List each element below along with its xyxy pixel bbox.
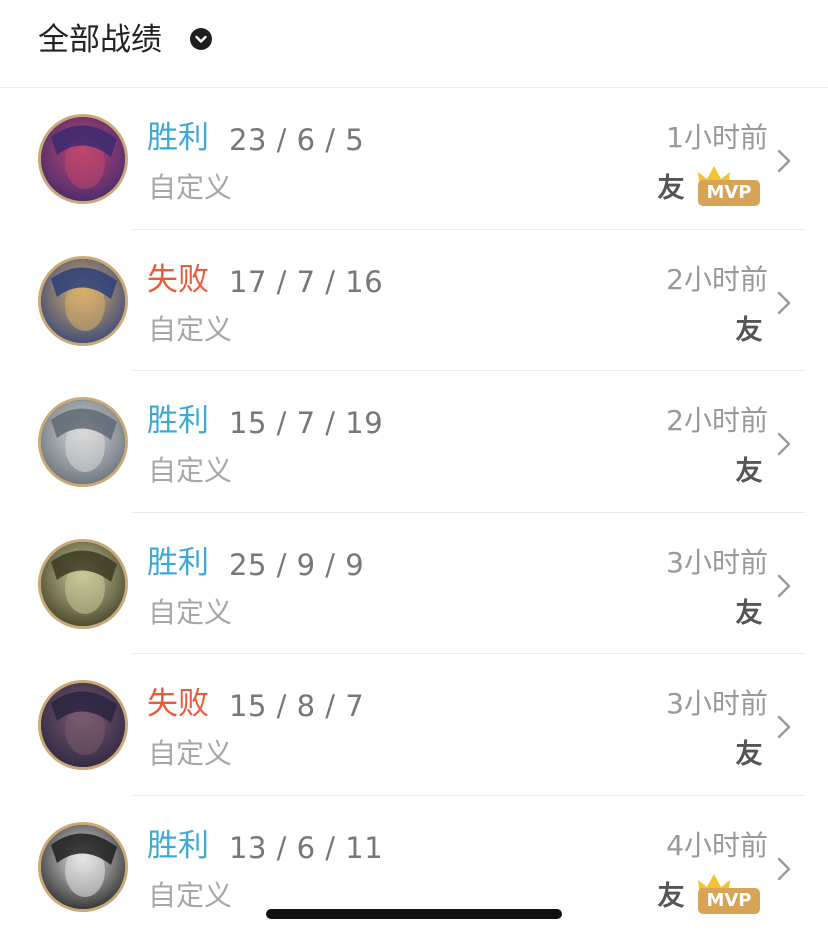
- chevron-right-icon[interactable]: [776, 714, 792, 740]
- match-time: 4小时前: [666, 828, 768, 864]
- friend-badge: 友: [734, 457, 764, 487]
- match-list: 胜利 23 / 6 / 5 自定义 1小时前 友 MVP: [0, 88, 828, 937]
- match-result: 胜利: [147, 118, 209, 158]
- mvp-badge: MVP: [694, 162, 764, 206]
- game-mode: 自定义: [148, 595, 232, 631]
- match-result: 胜利: [147, 401, 209, 441]
- hero-avatar: [38, 397, 128, 487]
- match-result: 胜利: [147, 543, 209, 583]
- match-time: 3小时前: [666, 686, 768, 722]
- match-row[interactable]: 胜利 15 / 7 / 19 自定义 2小时前 友: [0, 371, 828, 513]
- match-row[interactable]: 胜利 23 / 6 / 5 自定义 1小时前 友 MVP: [0, 88, 828, 230]
- kda-score: 23 / 6 / 5: [229, 120, 364, 160]
- chevron-right-icon[interactable]: [776, 290, 792, 316]
- match-time: 2小时前: [666, 403, 768, 439]
- page-header: 全部战绩: [0, 0, 828, 88]
- hero-avatar: [38, 256, 128, 346]
- match-result: 失败: [147, 684, 209, 724]
- match-row[interactable]: 失败 17 / 7 / 16 自定义 2小时前 友: [0, 230, 828, 372]
- chevron-right-icon[interactable]: [776, 148, 792, 174]
- friend-badge: 友: [656, 882, 686, 912]
- kda-score: 13 / 6 / 11: [229, 828, 383, 868]
- friend-badge: 友: [734, 599, 764, 629]
- game-mode: 自定义: [148, 453, 232, 489]
- home-indicator[interactable]: [266, 909, 562, 919]
- kda-score: 15 / 7 / 19: [229, 403, 383, 443]
- mvp-badge: MVP: [694, 870, 764, 914]
- hero-avatar: [38, 822, 128, 912]
- game-mode: 自定义: [148, 878, 232, 914]
- game-mode: 自定义: [148, 736, 232, 772]
- friend-badge: 友: [734, 316, 764, 346]
- kda-score: 25 / 9 / 9: [229, 545, 364, 585]
- match-time: 1小时前: [666, 120, 768, 156]
- match-result: 胜利: [147, 826, 209, 866]
- kda-score: 17 / 7 / 16: [229, 262, 383, 302]
- match-time: 3小时前: [666, 545, 768, 581]
- chevron-right-icon[interactable]: [776, 573, 792, 599]
- match-row[interactable]: 胜利 25 / 9 / 9 自定义 3小时前 友: [0, 513, 828, 655]
- hero-avatar: [38, 114, 128, 204]
- filter-title[interactable]: 全部战绩: [38, 20, 162, 60]
- mvp-label: MVP: [698, 180, 760, 206]
- match-result: 失败: [147, 260, 209, 300]
- chevron-right-icon[interactable]: [776, 431, 792, 457]
- kda-score: 15 / 8 / 7: [229, 686, 364, 726]
- match-row[interactable]: 失败 15 / 8 / 7 自定义 3小时前 友: [0, 654, 828, 796]
- game-mode: 自定义: [148, 312, 232, 348]
- hero-avatar: [38, 539, 128, 629]
- chevron-right-icon[interactable]: [776, 856, 792, 882]
- hero-avatar: [38, 680, 128, 770]
- match-time: 2小时前: [666, 262, 768, 298]
- friend-badge: 友: [656, 174, 686, 204]
- mvp-label: MVP: [698, 888, 760, 914]
- friend-badge: 友: [734, 740, 764, 770]
- chevron-down-icon[interactable]: [190, 28, 212, 50]
- game-mode: 自定义: [148, 170, 232, 206]
